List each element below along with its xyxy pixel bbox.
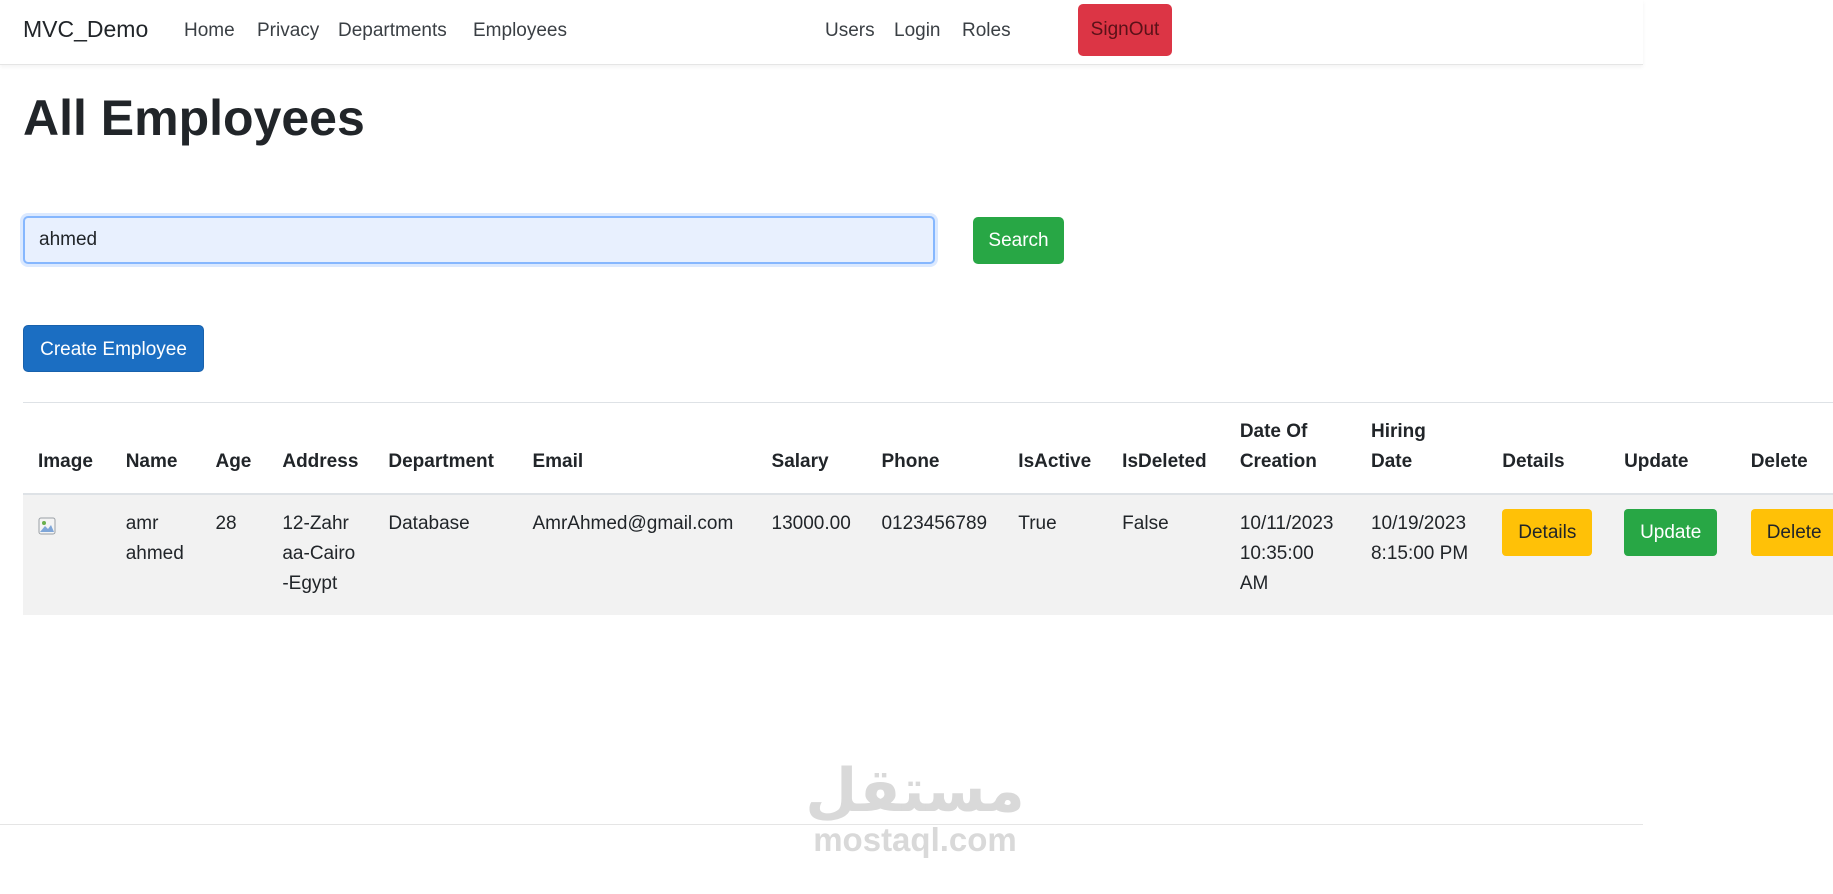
employee-is-active: True <box>1003 494 1108 615</box>
column-header-delete: Delete <box>1735 403 1833 495</box>
search-button[interactable]: Search <box>973 217 1064 264</box>
watermark-latin-text: mostaql.com <box>813 821 1017 858</box>
watermark-logo: مستقل mostaql.com <box>800 760 1030 858</box>
column-header-phone: Phone <box>866 403 1004 495</box>
employee-hiring-date: 10/19/2023 8:15:00 PM <box>1355 494 1488 615</box>
table-header-row: Image Name Age Address Department Email … <box>23 403 1833 495</box>
column-header-age: Age <box>200 403 268 495</box>
search-input[interactable] <box>23 216 935 264</box>
watermark-arabic-text: مستقل <box>805 756 1025 826</box>
employee-phone: 0123456789 <box>866 494 1004 615</box>
nav-link-roles[interactable]: Roles <box>962 20 1011 42</box>
create-employee-button[interactable]: Create Employee <box>23 325 204 372</box>
column-header-isactive: IsActive <box>1003 403 1108 495</box>
employee-name: amr ahmed <box>110 494 201 615</box>
column-header-department: Department <box>373 403 518 495</box>
employee-date-of-creation: 10/11/2023 10:35:00 AM <box>1224 494 1356 615</box>
employee-department: Database <box>373 494 518 615</box>
nav-link-login[interactable]: Login <box>894 20 941 42</box>
table-row: amr ahmed 28 12-Zahraa-Cairo-Egypt Datab… <box>23 494 1833 615</box>
nav-link-privacy[interactable]: Privacy <box>257 20 319 42</box>
nav-link-departments[interactable]: Departments <box>338 20 447 42</box>
column-header-address: Address <box>267 403 374 495</box>
column-header-hiring-date: Hiring Date <box>1355 403 1488 495</box>
nav-link-employees[interactable]: Employees <box>473 20 567 42</box>
employees-table-container: Image Name Age Address Department Email … <box>23 402 1833 615</box>
employees-table: Image Name Age Address Department Email … <box>23 403 1833 615</box>
nav-link-users[interactable]: Users <box>825 20 875 42</box>
update-button[interactable]: Update <box>1624 509 1718 556</box>
nav-link-home[interactable]: Home <box>184 20 235 42</box>
broken-image-icon <box>38 515 56 535</box>
column-header-date-of-creation: Date Of Creation <box>1224 403 1356 495</box>
column-header-details: Details <box>1487 403 1610 495</box>
delete-button[interactable]: Delete <box>1750 509 1833 556</box>
column-header-update: Update <box>1609 403 1736 495</box>
column-header-email: Email <box>517 403 757 495</box>
column-header-name: Name <box>110 403 201 495</box>
update-cell: Update <box>1609 494 1736 615</box>
column-header-salary: Salary <box>756 403 867 495</box>
details-cell: Details <box>1487 494 1610 615</box>
navbar-brand[interactable]: MVC_Demo <box>23 16 148 43</box>
employee-salary: 13000.00 <box>756 494 867 615</box>
details-button[interactable]: Details <box>1502 509 1593 556</box>
employee-is-deleted: False <box>1107 494 1225 615</box>
column-header-image: Image <box>23 403 111 495</box>
employee-age: 28 <box>200 494 268 615</box>
signout-button[interactable]: SignOut <box>1078 4 1172 56</box>
employee-address: 12-Zahraa-Cairo-Egypt <box>267 494 374 615</box>
page-title: All Employees <box>23 90 365 146</box>
delete-cell: Delete <box>1735 494 1833 615</box>
employee-image-cell <box>23 494 111 615</box>
employee-email: AmrAhmed@gmail.com <box>517 494 757 615</box>
top-navbar: MVC_Demo Home Privacy Departments Employ… <box>0 0 1643 65</box>
column-header-isdeleted: IsDeleted <box>1107 403 1225 495</box>
